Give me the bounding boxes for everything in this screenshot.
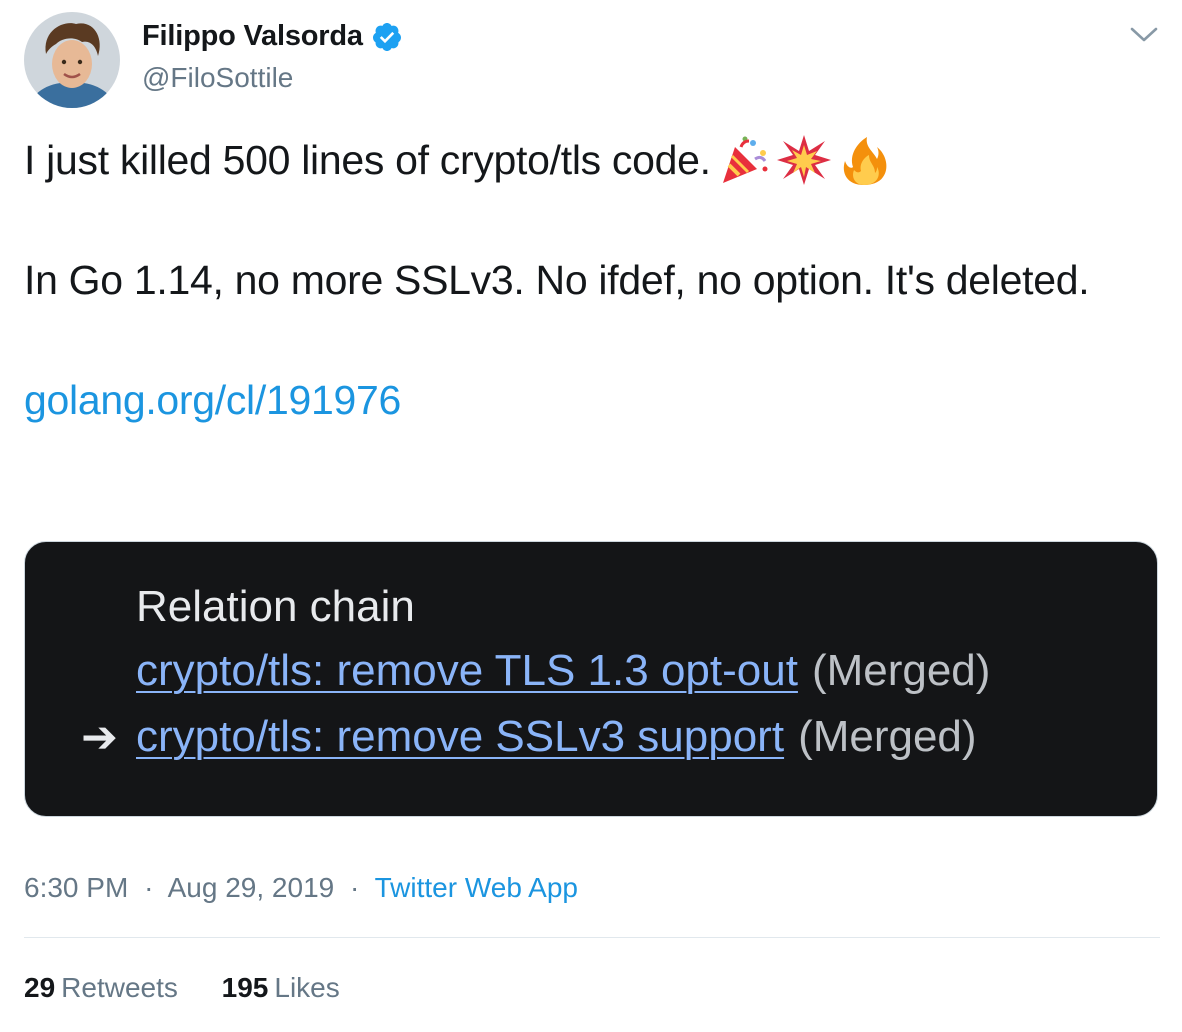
engagement-stats: 29 Retweets 195 Likes: [24, 972, 340, 1004]
tweet-date[interactable]: Aug 29, 2019: [168, 872, 335, 903]
fire-icon: [837, 133, 891, 187]
media-image[interactable]: Relation chain crypto/tls: remove TLS 1.…: [24, 541, 1158, 817]
avatar-image: [24, 12, 120, 108]
relation-chain-status: (Merged): [811, 646, 991, 695]
likes-label: Likes: [274, 972, 340, 1003]
tweet-time[interactable]: 6:30 PM: [24, 872, 128, 903]
likes-count: 195: [221, 972, 269, 1003]
relation-chain-item: crypto/tls: remove SSLv3 support (Merged): [136, 712, 977, 762]
relation-chain-title: Relation chain: [136, 582, 415, 631]
author-display-name[interactable]: Filippo Valsorda: [142, 20, 363, 53]
tweet-line-1-text: I just killed 500 lines of crypto/tls co…: [24, 137, 711, 183]
tweet-link[interactable]: golang.org/cl/191976: [24, 370, 401, 430]
tweet-text: I just killed 500 lines of crypto/tls co…: [24, 130, 1154, 430]
tweet-source-link[interactable]: Twitter Web App: [375, 872, 578, 903]
tweet-line-2: In Go 1.14, no more SSLv3. No ifdef, no …: [24, 257, 1090, 303]
party-popper-icon: [717, 133, 771, 187]
author-name-row: Filippo Valsorda: [142, 20, 403, 53]
author-handle[interactable]: @FiloSottile: [142, 62, 293, 94]
collision-icon: [776, 133, 831, 187]
retweets-stat[interactable]: 29 Retweets: [24, 972, 178, 1004]
retweets-label: Retweets: [61, 972, 178, 1003]
relation-chain-status: (Merged): [798, 712, 977, 761]
separator: ·: [144, 872, 154, 903]
tweet-line-1: I just killed 500 lines of crypto/tls co…: [24, 130, 1154, 190]
separator: ·: [350, 872, 360, 903]
divider: [24, 937, 1160, 938]
relation-chain-item: crypto/tls: remove TLS 1.3 opt-out (Merge…: [136, 646, 990, 696]
likes-stat[interactable]: 195 Likes: [222, 972, 340, 1004]
current-arrow-icon: ➔: [81, 713, 118, 762]
avatar[interactable]: [24, 12, 120, 108]
chevron-down-icon[interactable]: [1128, 22, 1160, 48]
tweet-metadata: 6:30 PM · Aug 29, 2019 · Twitter Web App: [24, 872, 578, 904]
relation-chain-link: crypto/tls: remove SSLv3 support: [136, 712, 785, 761]
relation-chain-link: crypto/tls: remove TLS 1.3 opt-out: [136, 646, 798, 695]
retweets-count: 29: [24, 972, 56, 1003]
verified-badge-icon: [371, 21, 403, 53]
